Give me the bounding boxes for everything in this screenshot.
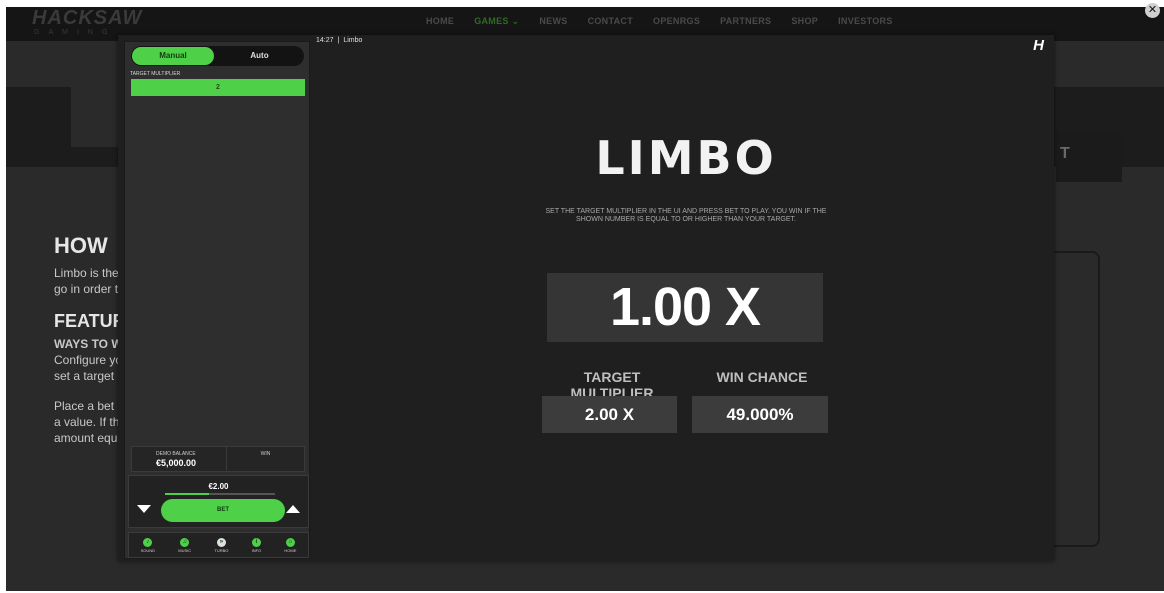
title-wrapper: LIMBO	[218, 131, 1154, 185]
sound-icon[interactable]: ♪	[143, 537, 153, 547]
bet-slider[interactable]	[165, 493, 275, 495]
ways-line-1: Configure yo	[54, 353, 123, 367]
mode-manual-button[interactable]: Manual	[132, 47, 214, 65]
nav-partners[interactable]: PARTNERS	[720, 16, 771, 27]
nav-home[interactable]: HOME	[426, 16, 454, 27]
features-heading: FEATUR	[54, 311, 126, 331]
game-instructions: SET THE TARGET MULTIPLIER IN THE UI AND …	[545, 208, 827, 223]
site-nav: HOME GAMES ⌄ NEWS CONTACT OPENRGS PARTNE…	[426, 16, 893, 27]
toolbar-sound[interactable]: ♪ SOUND	[140, 537, 156, 553]
info-icon[interactable]: i	[251, 537, 261, 547]
toolbar-label: TURBO	[214, 547, 229, 553]
how-heading: HOW	[54, 233, 108, 258]
close-icon[interactable]: ✕	[1145, 3, 1160, 18]
bottom-toolbar: ♪ SOUND ♫ MUSIC » TURBO i INFO ⌂ HOME	[128, 532, 309, 558]
nav-contact[interactable]: CONTACT	[588, 16, 633, 27]
target-multiplier-stat: 2.00 X	[542, 396, 677, 433]
balance-box: DEMO BALANCE €5,000.00 WIN	[131, 446, 305, 472]
nav-news[interactable]: NEWS	[539, 16, 567, 27]
target-multiplier-input[interactable]: 2	[131, 79, 305, 96]
toolbar-info[interactable]: i INFO	[251, 537, 262, 553]
site-article: HOW Limbo is the go in order t FEATUR WA…	[54, 233, 127, 446]
game-window: 14:27 | Limbo H Manual Auto TARGET MULTI…	[118, 35, 1054, 561]
site-logo[interactable]: HACKSAW	[32, 7, 142, 30]
target-multiplier-label: TARGET MULTIPLIER	[130, 71, 181, 77]
ways-heading: WAYS TO WI	[54, 337, 127, 351]
bet-button[interactable]: BET	[161, 499, 285, 522]
nav-openrgs[interactable]: OPENRGS	[653, 16, 700, 27]
game-topbar: 14:27 | Limbo	[316, 37, 362, 44]
win-chance-stat-label: WIN CHANCE	[716, 369, 808, 385]
win-chance-stat: 49.000%	[692, 396, 828, 433]
bet-panel: Manual Auto TARGET MULTIPLIER 2 DEMO BAL…	[124, 41, 310, 559]
home-icon[interactable]: ⌂	[285, 537, 295, 547]
topbar-separator: |	[337, 37, 340, 44]
ways-line-2: set a target	[54, 369, 115, 383]
bet-controls: €2.00 BET	[128, 475, 309, 528]
place-line-2: a value. If th	[54, 415, 120, 429]
increase-bet-icon[interactable]	[286, 505, 300, 513]
result-multiplier: 1.00 X	[547, 273, 823, 342]
nav-shop[interactable]: SHOP	[791, 16, 818, 27]
turbo-icon[interactable]: »	[216, 537, 226, 547]
game-title: LIMBO	[595, 131, 777, 185]
toolbar-label: INFO	[251, 547, 262, 553]
hacksaw-h-logo: H	[1033, 37, 1044, 54]
toolbar-label: SOUND	[140, 547, 156, 553]
how-line-2: go in order t	[54, 282, 119, 296]
nav-investors[interactable]: INVESTORS	[838, 16, 893, 27]
how-line-1: Limbo is the	[54, 266, 119, 280]
music-icon[interactable]: ♫	[180, 537, 190, 547]
toolbar-home[interactable]: ⌂ HOME	[284, 537, 297, 553]
toolbar-label: HOME	[284, 547, 297, 553]
laptop-illustration	[1052, 251, 1100, 547]
chevron-down-icon[interactable]: ⌄	[509, 16, 520, 26]
site-logo-subtitle: GAMING	[34, 29, 117, 36]
mode-auto-button[interactable]: Auto	[215, 46, 304, 66]
decrease-bet-icon[interactable]	[137, 505, 151, 513]
place-line-1: Place a bet	[54, 399, 115, 413]
balance-value: €5,000.00	[156, 458, 197, 468]
bet-slider-fill	[165, 493, 209, 495]
hero-block	[71, 87, 121, 147]
game-name: Limbo	[343, 37, 363, 44]
balance-section: DEMO BALANCE €5,000.00	[132, 447, 227, 471]
toolbar-music[interactable]: ♫ MUSIC	[178, 537, 192, 553]
nav-games[interactable]: GAMES ⌄	[474, 16, 519, 27]
bet-amount: €2.00	[208, 482, 229, 491]
place-line-3: amount equ	[54, 431, 118, 445]
toolbar-label: MUSIC	[178, 547, 192, 553]
balance-label: DEMO BALANCE	[156, 451, 196, 457]
win-label: WIN	[260, 451, 271, 457]
toolbar-turbo[interactable]: » TURBO	[214, 537, 229, 553]
mode-toggle: Manual Auto	[131, 46, 304, 66]
game-time: 14:27	[316, 37, 334, 44]
